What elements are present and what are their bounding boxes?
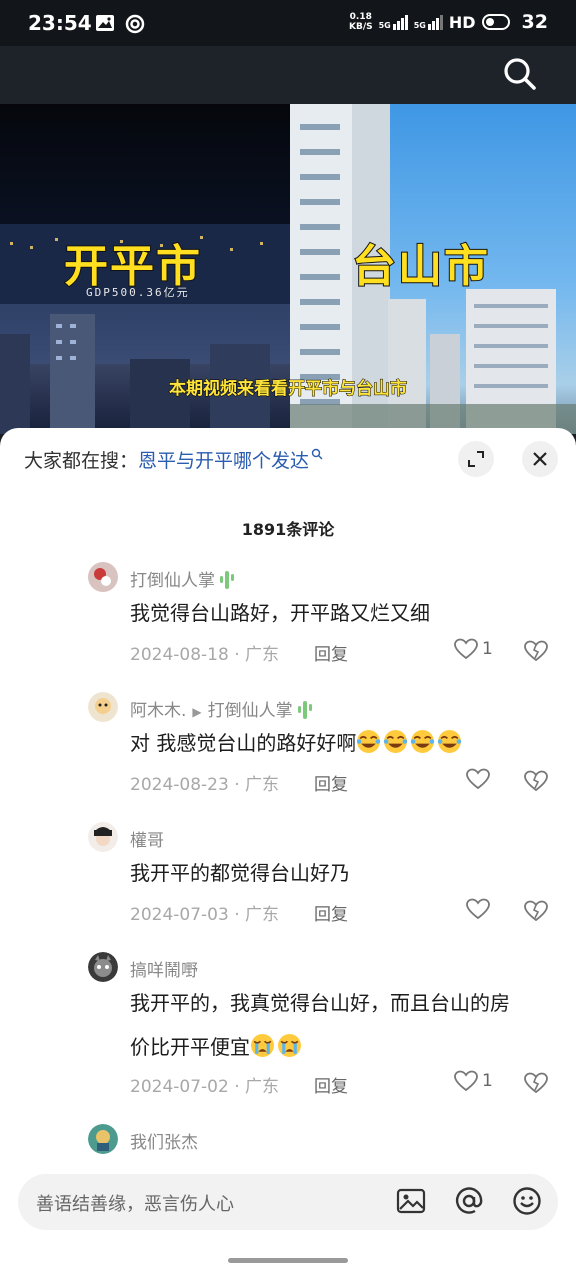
trending-query[interactable]: 恩平与开平哪个发达 xyxy=(138,450,309,472)
reply-button[interactable]: 回复 xyxy=(314,1072,348,1097)
comment-meta: 2024-08-18 · 广东 xyxy=(130,645,280,665)
avatar[interactable] xyxy=(88,692,118,722)
image-icon[interactable] xyxy=(396,1186,426,1216)
like-button[interactable] xyxy=(466,898,490,920)
reply-button[interactable]: 回复 xyxy=(314,900,348,925)
like-button[interactable]: 1 xyxy=(454,638,493,660)
comment-meta: 2024-08-23 · 广东 xyxy=(130,775,280,795)
comment-input-placeholder[interactable]: 善语结善缘，恶言伤人心 xyxy=(36,1190,234,1216)
trending-prefix: 大家都在搜： xyxy=(24,450,139,472)
top-bar xyxy=(0,46,576,104)
comment-username[interactable]: 阿木木. ▶ 打倒仙人掌 xyxy=(130,696,313,721)
comment-text-line2: 价比开平便宜 xyxy=(130,1028,560,1066)
comment-sheet: 大家都在搜：恩平与开平哪个发达 1891条评论 打倒仙人掌 我觉得台山路好，开平… xyxy=(0,428,576,1280)
close-button[interactable] xyxy=(522,441,558,477)
app-notification-icon xyxy=(125,14,145,34)
mention-icon[interactable] xyxy=(454,1186,484,1216)
comment-username[interactable]: 打倒仙人掌 xyxy=(130,566,235,591)
avatar[interactable] xyxy=(88,1124,118,1154)
comment-username[interactable]: 我们张杰 xyxy=(130,1128,198,1153)
reply-button[interactable]: 回复 xyxy=(314,770,348,795)
expand-button[interactable] xyxy=(458,441,494,477)
comment-text: 我开平的都觉得台山好乃 xyxy=(130,861,350,885)
cactus-icon xyxy=(297,701,312,719)
comment-username[interactable]: 權哥 xyxy=(130,826,164,851)
emoji-icon[interactable] xyxy=(512,1186,542,1216)
crying-emoji xyxy=(250,1034,304,1059)
search-icon[interactable] xyxy=(500,54,540,94)
avatar[interactable] xyxy=(88,562,118,592)
comment-text: 对 我感觉台山的路好好啊 xyxy=(130,724,560,762)
comment-text: 我开平的，我真觉得台山好，而且台山的房 xyxy=(130,991,510,1015)
video-caption: 本期视频来看看开平市与台山市 xyxy=(169,379,408,400)
signal-1-icon: 5G xyxy=(379,14,408,30)
status-time: 23:54 xyxy=(28,11,92,35)
laughing-crying-emoji xyxy=(356,730,464,755)
home-indicator[interactable] xyxy=(228,1258,348,1263)
heart-icon xyxy=(466,898,490,920)
like-button[interactable]: 1 xyxy=(454,1070,493,1092)
comment-meta: 2024-07-03 · 广东 xyxy=(130,905,280,925)
like-count: 1 xyxy=(482,639,493,659)
heart-icon xyxy=(454,638,478,660)
comment-text: 我觉得台山路好，开平路又烂又细 xyxy=(130,601,430,625)
avatar[interactable] xyxy=(88,822,118,852)
hd-indicator: HD xyxy=(448,12,476,32)
comment-count: 1891条评论 xyxy=(241,520,335,539)
signal-2-icon: 5G xyxy=(414,14,443,30)
status-right-group: 0.18 KB/S 5G 5G HD 32 xyxy=(349,11,548,33)
avatar[interactable] xyxy=(88,952,118,982)
net-speed: 0.18 KB/S xyxy=(348,12,373,32)
expand-icon xyxy=(468,451,484,467)
cactus-icon xyxy=(220,571,234,589)
comment-meta: 2024-07-02 · 广东 xyxy=(130,1077,280,1097)
comment-input-bar[interactable]: 善语结善缘，恶言伤人心 xyxy=(18,1174,558,1230)
dislike-icon[interactable] xyxy=(524,770,548,792)
heart-icon xyxy=(454,1070,478,1092)
dislike-icon[interactable] xyxy=(524,900,548,922)
video-player[interactable]: 开平市 GDP500.36亿元 台山市 本期视频来看看开平市与台山市 xyxy=(0,104,576,434)
reply-to-user: 打倒仙人掌 xyxy=(207,701,293,721)
battery-icon xyxy=(481,14,510,30)
heart-icon xyxy=(466,768,490,790)
battery-level: 32 xyxy=(521,11,548,33)
comment-username[interactable]: 搞咩鬧嘢 xyxy=(130,956,198,981)
trending-search[interactable]: 大家都在搜：恩平与开平哪个发达 xyxy=(24,446,323,473)
close-icon xyxy=(533,452,547,466)
dislike-icon[interactable] xyxy=(524,1072,548,1094)
like-count: 1 xyxy=(482,1071,493,1091)
like-button[interactable] xyxy=(466,768,490,790)
left-city-gdp: GDP500.36亿元 xyxy=(86,286,190,299)
status-bar: 23:54 0.18 KB/S 5G 5G HD 32 xyxy=(0,0,576,46)
reply-button[interactable]: 回复 xyxy=(314,640,348,665)
image-notification-icon xyxy=(96,15,114,31)
right-city-title: 台山市 xyxy=(351,240,490,293)
search-small-icon xyxy=(311,448,323,460)
dislike-icon[interactable] xyxy=(524,640,548,662)
